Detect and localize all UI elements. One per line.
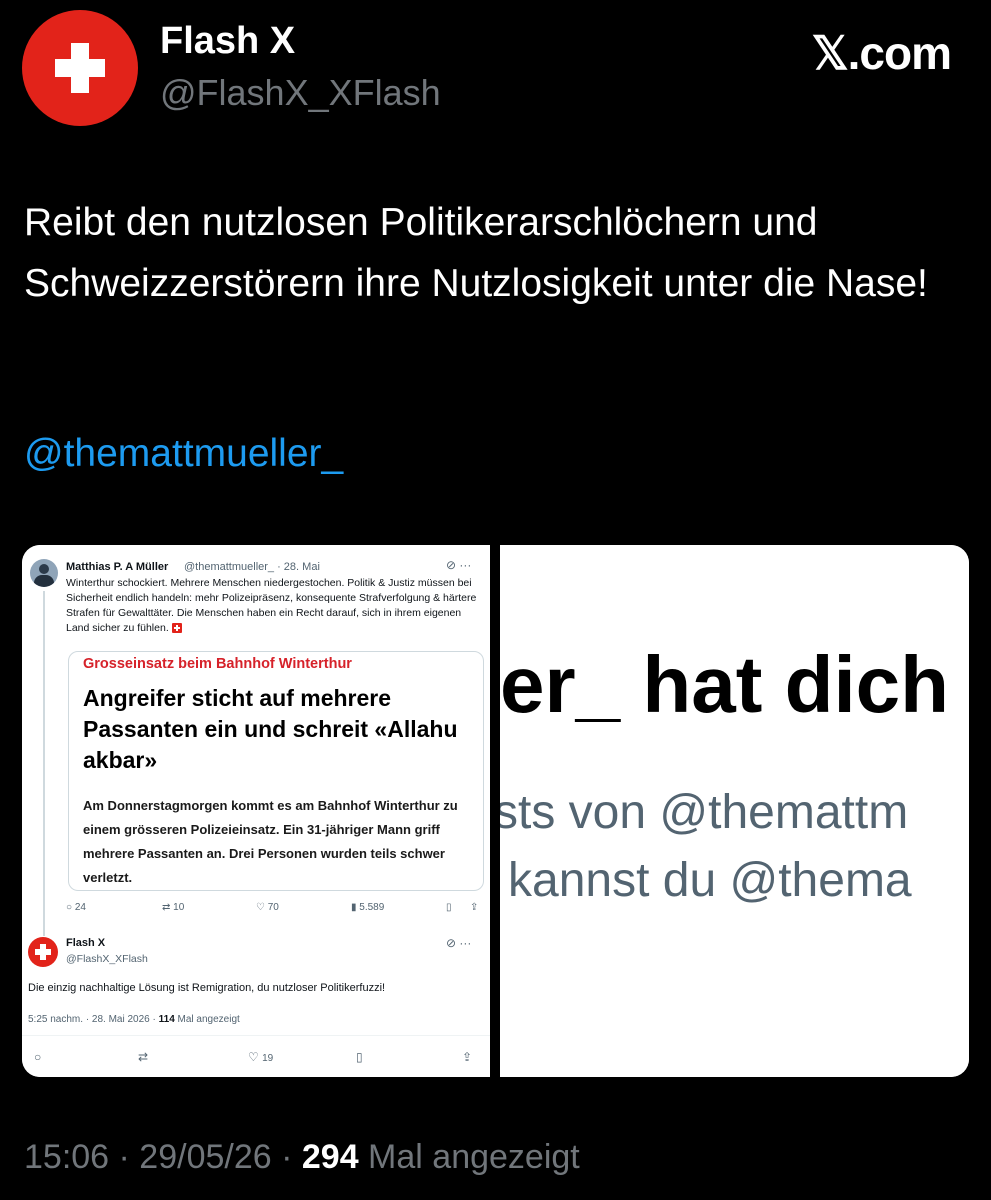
- embedded-reply-handle: @FlashX_XFlash: [66, 953, 148, 965]
- embedded-reply-name: Flash X: [66, 937, 106, 949]
- card-kicker: Grosseinsatz beim Bahnhof Winterthur: [83, 656, 352, 672]
- card-title: Angreifer sticht auf mehrere Passanten e…: [83, 685, 458, 773]
- embedded-reply-action-bar: ○ ⇄ ♡ 19 ▯ ⇪: [22, 1050, 490, 1068]
- bookmark-icon: ▯: [356, 1050, 363, 1064]
- repost-icon: ⇄ 10: [162, 902, 185, 913]
- views-icon: ▮ 5.589: [351, 902, 385, 913]
- author-name[interactable]: Flash X: [160, 20, 295, 63]
- news-card: Grosseinsatz beim Bahnhof Winterthur Ang…: [68, 651, 484, 891]
- like-icon: ♡ 70: [256, 902, 279, 913]
- bookmark-icon: ▯: [446, 902, 452, 913]
- tweet-text: Reibt den nutzlosen Politikerarschlöcher…: [24, 201, 928, 305]
- swiss-flag-icon: [171, 623, 182, 634]
- share-icon: ⇪: [462, 1050, 473, 1064]
- grok-more-icon: ⊘ ···: [446, 558, 472, 572]
- media-divider: [490, 545, 500, 1077]
- zoomed-heading: er_ hat dich: [500, 640, 950, 729]
- like-icon: ♡ 19: [248, 1050, 274, 1064]
- embedded-reply-text: Die einzig nachhaltige Lösung ist Remigr…: [28, 982, 386, 994]
- repost-icon: ⇄: [138, 1050, 149, 1064]
- tweet-footer: 15:06 · 29/05/26 · 294 Mal angezeigt: [24, 1138, 580, 1176]
- swiss-flag-icon: [28, 937, 58, 967]
- zoomed-screenshot: er_ hat dich sts von @themattm kannst du…: [500, 545, 969, 1077]
- avatar: [30, 559, 58, 587]
- zoomed-line: sts von @themattm: [500, 786, 909, 839]
- grok-more-icon: ⊘ ···: [446, 936, 472, 950]
- x-logo: 𝕏.com: [811, 27, 952, 79]
- embedded-screenshot: Matthias P. A Müller @themattmueller_ · …: [22, 545, 490, 1077]
- reply-icon: ○ 24: [66, 902, 86, 913]
- mention-link[interactable]: @themattmueller_: [24, 432, 343, 476]
- author-avatar[interactable]: [22, 10, 138, 126]
- divider: [22, 1035, 490, 1036]
- embedded-author-name: Matthias P. A Müller: [66, 561, 169, 573]
- embedded-action-bar: ○ 24 ⇄ 10 ♡ 70 ▮ 5.589 ▯ ⇪: [66, 902, 486, 918]
- zoomed-line: kannst du @thema: [508, 854, 912, 907]
- embedded-tweet-text: Winterthur schockiert. Mehrere Menschen …: [66, 577, 477, 634]
- reply-icon: ○: [34, 1050, 42, 1064]
- card-lead: Am Donnerstagmorgen kommt es am Bahnhof …: [83, 798, 458, 885]
- author-handle[interactable]: @FlashX_XFlash: [160, 72, 441, 114]
- embedded-reply-meta: 5:25 nachm. · 28. Mai 2026 · 114 Mal ang…: [28, 1014, 240, 1025]
- share-icon: ⇪: [470, 902, 479, 913]
- embedded-author-handle: @themattmueller_ · 28. Mai: [184, 561, 320, 573]
- thread-line: [43, 591, 45, 936]
- tweet-media[interactable]: Matthias P. A Müller @themattmueller_ · …: [22, 545, 969, 1077]
- swiss-flag-cross: [71, 43, 89, 93]
